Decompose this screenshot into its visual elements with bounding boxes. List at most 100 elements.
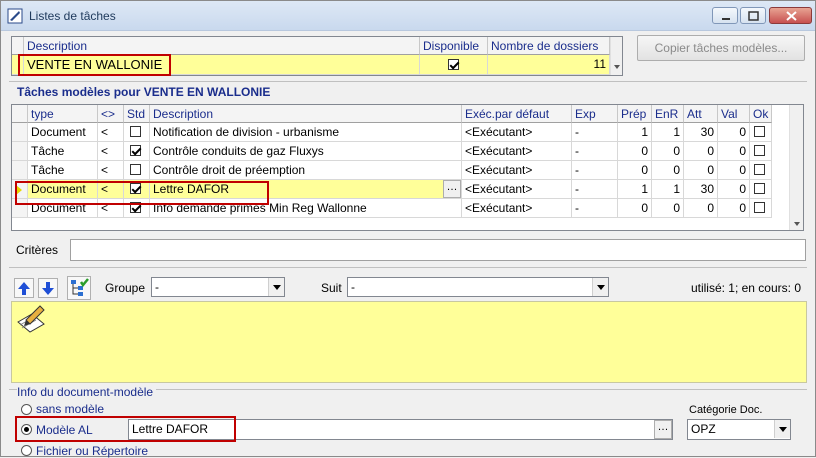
move-up-button[interactable]: [14, 278, 34, 298]
column-header-exec[interactable]: Exéc.par défaut: [462, 105, 572, 123]
groupe-select[interactable]: -: [151, 277, 285, 297]
tree-check-button[interactable]: [67, 276, 91, 300]
close-button[interactable]: [769, 7, 812, 24]
column-header-ok[interactable]: Ok: [750, 105, 772, 123]
app-icon: [7, 8, 23, 24]
row-selector[interactable]: [12, 123, 28, 142]
task-models-grid: type <> Std Description Exéc.par défaut …: [11, 104, 804, 231]
minimize-button[interactable]: [712, 7, 738, 24]
task-order-cell[interactable]: <: [98, 142, 124, 161]
row-selector[interactable]: [12, 161, 28, 180]
ellipsis-icon[interactable]: …: [654, 420, 672, 439]
radio-sans-modele-label[interactable]: sans modèle: [36, 402, 104, 416]
radio-fichier-label[interactable]: Fichier ou Répertoire: [36, 444, 148, 458]
column-header-prep[interactable]: Prép: [618, 105, 652, 123]
std-checkbox[interactable]: [130, 145, 141, 156]
column-header-nombre[interactable]: Nombre de dossiers: [488, 37, 610, 55]
task-val-cell[interactable]: 0: [718, 142, 750, 161]
task-order-cell[interactable]: <: [98, 161, 124, 180]
arrow-up-icon: [18, 282, 30, 295]
task-ok-cell[interactable]: [750, 161, 772, 180]
criteres-input[interactable]: [70, 239, 806, 261]
task-enr-cell[interactable]: 0: [652, 199, 684, 218]
task-att-cell[interactable]: 30: [684, 180, 718, 199]
ok-checkbox[interactable]: [754, 202, 765, 213]
task-std-cell[interactable]: [124, 161, 150, 180]
maximize-button[interactable]: [740, 7, 766, 24]
column-header-att[interactable]: Att: [684, 105, 718, 123]
column-header-enr[interactable]: EnR: [652, 105, 684, 123]
task-prep-cell[interactable]: 0: [618, 161, 652, 180]
copy-task-models-button[interactable]: Copier tâches modèles...: [637, 35, 805, 61]
column-header-disponible[interactable]: Disponible: [420, 37, 488, 55]
task-enr-cell[interactable]: 1: [652, 180, 684, 199]
row-selector[interactable]: [12, 142, 28, 161]
task-att-cell[interactable]: 0: [684, 161, 718, 180]
suit-select[interactable]: -: [347, 277, 609, 297]
task-exp-cell[interactable]: -: [572, 123, 618, 142]
task-order-cell[interactable]: <: [98, 123, 124, 142]
task-exec-cell[interactable]: <Exécutant>: [462, 161, 572, 180]
top-grid-scrollbar[interactable]: [610, 37, 622, 75]
task-val-cell[interactable]: 0: [718, 180, 750, 199]
column-header-type[interactable]: type: [28, 105, 98, 123]
task-description-cell[interactable]: Contrôle conduits de gaz Fluxys: [150, 142, 462, 161]
task-ok-cell[interactable]: [750, 199, 772, 218]
task-att-cell[interactable]: 30: [684, 123, 718, 142]
row-header-corner: [12, 37, 24, 55]
task-std-cell[interactable]: [124, 142, 150, 161]
std-checkbox[interactable]: [130, 126, 141, 137]
column-header-description[interactable]: Description: [24, 37, 420, 55]
task-type-cell[interactable]: Tâche: [28, 161, 98, 180]
ok-checkbox[interactable]: [754, 164, 765, 175]
ok-checkbox[interactable]: [754, 183, 765, 194]
task-ok-cell[interactable]: [750, 123, 772, 142]
column-header-description[interactable]: Description: [150, 105, 462, 123]
task-enr-cell[interactable]: 0: [652, 142, 684, 161]
notes-area[interactable]: [11, 301, 807, 383]
task-description-cell[interactable]: Notification de division - urbanisme: [150, 123, 462, 142]
std-checkbox[interactable]: [130, 164, 141, 175]
task-val-cell[interactable]: 0: [718, 161, 750, 180]
ok-checkbox[interactable]: [754, 126, 765, 137]
annotation-box-row: [15, 181, 269, 205]
column-header-std[interactable]: Std: [124, 105, 150, 123]
categorie-select[interactable]: OPZ: [687, 419, 791, 440]
task-ok-cell[interactable]: [750, 142, 772, 161]
task-type-cell[interactable]: Tâche: [28, 142, 98, 161]
ok-checkbox[interactable]: [754, 145, 765, 156]
disponible-cell[interactable]: [420, 55, 488, 75]
radio-fichier[interactable]: [21, 445, 32, 456]
task-exp-cell[interactable]: -: [572, 199, 618, 218]
task-exec-cell[interactable]: <Exécutant>: [462, 199, 572, 218]
task-exp-cell[interactable]: -: [572, 161, 618, 180]
disponible-checkbox[interactable]: [448, 59, 459, 70]
task-ok-cell[interactable]: [750, 180, 772, 199]
task-exec-cell[interactable]: <Exécutant>: [462, 180, 572, 199]
task-att-cell[interactable]: 0: [684, 142, 718, 161]
task-prep-cell[interactable]: 0: [618, 142, 652, 161]
task-exec-cell[interactable]: <Exécutant>: [462, 123, 572, 142]
task-val-cell[interactable]: 0: [718, 123, 750, 142]
task-exp-cell[interactable]: -: [572, 180, 618, 199]
task-prep-cell[interactable]: 1: [618, 180, 652, 199]
task-description-cell[interactable]: Contrôle droit de préemption: [150, 161, 462, 180]
task-val-cell[interactable]: 0: [718, 199, 750, 218]
task-type-cell[interactable]: Document: [28, 123, 98, 142]
task-prep-cell[interactable]: 1: [618, 123, 652, 142]
categorie-value: OPZ: [691, 422, 716, 436]
ellipsis-icon[interactable]: …: [443, 180, 461, 198]
task-exp-cell[interactable]: -: [572, 142, 618, 161]
task-grid-scrollbar[interactable]: [789, 105, 803, 230]
task-enr-cell[interactable]: 0: [652, 161, 684, 180]
column-header-exp[interactable]: Exp: [572, 105, 618, 123]
task-att-cell[interactable]: 0: [684, 199, 718, 218]
column-header-lt[interactable]: <>: [98, 105, 124, 123]
move-down-button[interactable]: [38, 278, 58, 298]
task-std-cell[interactable]: [124, 123, 150, 142]
task-exec-cell[interactable]: <Exécutant>: [462, 142, 572, 161]
task-prep-cell[interactable]: 0: [618, 199, 652, 218]
column-header-val[interactable]: Val: [718, 105, 750, 123]
radio-sans-modele[interactable]: [21, 404, 32, 415]
task-enr-cell[interactable]: 1: [652, 123, 684, 142]
